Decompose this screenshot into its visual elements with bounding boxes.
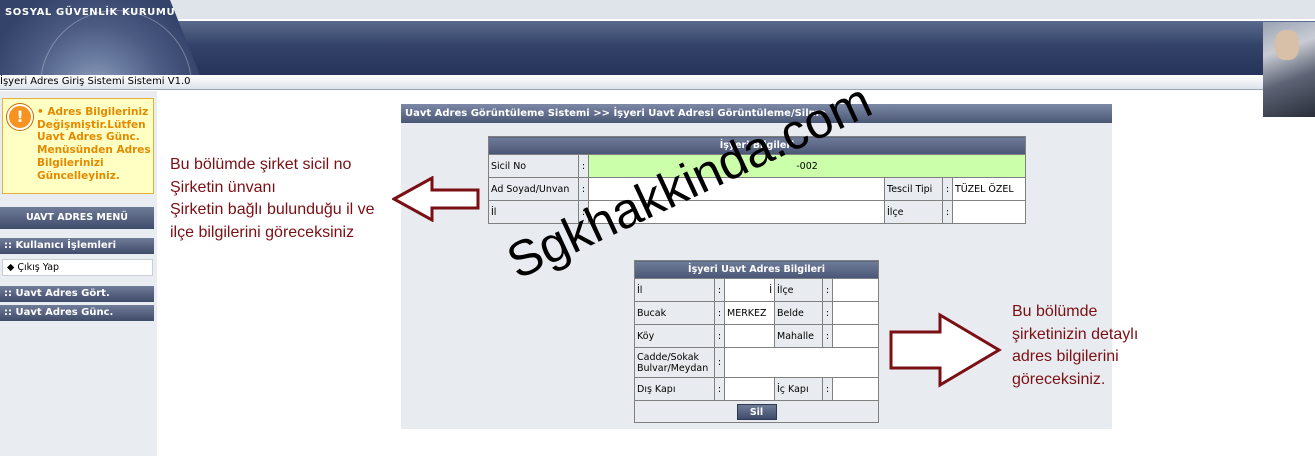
- notice-box: ! • Adres Bilgileriniz Değişmiştir.Lütfe…: [2, 98, 154, 194]
- menu-title: UAVT ADRES MENÜ: [0, 207, 154, 229]
- addr-ilce-label: İlçe: [774, 278, 823, 302]
- address-info-title: İşyeri Uavt Adres Bilgileri: [634, 260, 879, 279]
- menu-group-uavt-adres-gort[interactable]: :: Uavt Adres Gört.: [0, 286, 154, 302]
- annotation-left-line4: ilçe bilgilerini göreceksiniz: [170, 223, 355, 241]
- colon: :: [714, 278, 725, 302]
- colon: :: [942, 177, 953, 201]
- arrow-right-icon: [889, 312, 1002, 388]
- colon: :: [714, 301, 725, 325]
- ilce-value: [952, 200, 1026, 224]
- ilce-label: İlçe: [884, 200, 943, 224]
- bucak-value: MERKEZ: [724, 301, 775, 325]
- address-info-table: İşyeri Uavt Adres Bilgileri İl : İ İlçe …: [634, 260, 879, 423]
- dis-kapi-label: Dış Kapı: [634, 377, 715, 401]
- cadde-label-line2: Bulvar/Meydan: [637, 362, 709, 374]
- bullet-icon: ◆: [7, 262, 18, 273]
- annotation-right-line4: göreceksiniz.: [1012, 370, 1106, 388]
- bucak-label: Bucak: [634, 301, 715, 325]
- warning-icon: !: [7, 104, 33, 130]
- koy-label: Köy: [634, 324, 715, 348]
- page-header: SOSYAL GÜVENLİK KURUMU: [0, 0, 1315, 75]
- mahalle-label: Mahalle: [774, 324, 823, 348]
- annotation-right-line2: şirketinizin detaylı: [1012, 325, 1139, 343]
- arrow-left-icon: [392, 176, 480, 222]
- annotation-left-line1: Bu bölümde şirket sicil no: [170, 156, 352, 173]
- belde-label: Belde: [774, 301, 823, 325]
- sidebar: ! • Adres Bilgileriniz Değişmiştir.Lütfe…: [0, 91, 157, 456]
- annotation-left: Bu bölümde şirket sicil no Şirketin ünva…: [170, 154, 375, 244]
- button-row: Sil: [634, 400, 879, 423]
- cadde-label: Cadde/Sokak Bulvar/Meydan: [634, 347, 715, 378]
- koy-value: [724, 324, 775, 348]
- annotation-left-line2: Şirketin ünvanı: [170, 178, 276, 196]
- cadde-value: [724, 347, 879, 378]
- app-title: İşyeri Adres Giriş Sistemi Sistemi V1.0: [0, 76, 191, 87]
- sicil-label: Sicil No: [488, 154, 579, 178]
- ic-kapi-value: [832, 377, 879, 401]
- annotation-right-line3: adres bilgilerini: [1012, 348, 1119, 365]
- annotation-right-line1: Bu bölümde: [1012, 303, 1098, 320]
- menu-item-label: Çıkış Yap: [17, 262, 60, 273]
- colon: :: [822, 377, 833, 401]
- colon: :: [942, 200, 953, 224]
- addr-ilce-value: [832, 278, 879, 302]
- tescil-tipi-value: TÜZEL ÖZEL: [952, 177, 1026, 201]
- app-title-bar: İşyeri Adres Giriş Sistemi Sistemi V1.0: [0, 75, 1263, 90]
- ic-kapi-label: İç Kapı: [774, 377, 823, 401]
- belde-value: [832, 301, 879, 325]
- colon: :: [714, 377, 725, 401]
- sil-button[interactable]: Sil: [736, 403, 777, 420]
- addr-il-value: İ: [724, 278, 775, 302]
- colon: :: [822, 324, 833, 348]
- annotation-left-line3: Şirketin bağlı bulunduğu il ve: [170, 201, 375, 218]
- menu-item-cikis-yap[interactable]: ◆ Çıkış Yap: [2, 259, 153, 276]
- tescil-tipi-label: Tescil Tipi: [884, 177, 943, 201]
- colon: :: [822, 278, 833, 302]
- portrait-image: [1263, 22, 1315, 117]
- notice-text: • Adres Bilgileriniz Değişmiştir.Lütfen …: [37, 106, 151, 182]
- colon: :: [714, 347, 725, 378]
- mahalle-value: [832, 324, 879, 348]
- dis-kapi-value: [724, 377, 775, 401]
- colon: :: [714, 324, 725, 348]
- cadde-label-line1: Cadde/Sokak: [637, 351, 700, 363]
- ad-soyad-label: Ad Soyad/Unvan: [488, 177, 579, 201]
- menu-group-uavt-adres-gunc[interactable]: :: Uavt Adres Günc.: [0, 305, 154, 321]
- colon: :: [822, 301, 833, 325]
- menu-group-kullanici-islemleri[interactable]: :: Kullanıcı İşlemleri: [0, 238, 154, 254]
- annotation-right: Bu bölümde şirketinizin detaylı adres bi…: [1012, 301, 1138, 391]
- org-title: SOSYAL GÜVENLİK KURUMU: [5, 7, 176, 18]
- addr-il-label: İl: [634, 278, 715, 302]
- colon: :: [578, 154, 589, 178]
